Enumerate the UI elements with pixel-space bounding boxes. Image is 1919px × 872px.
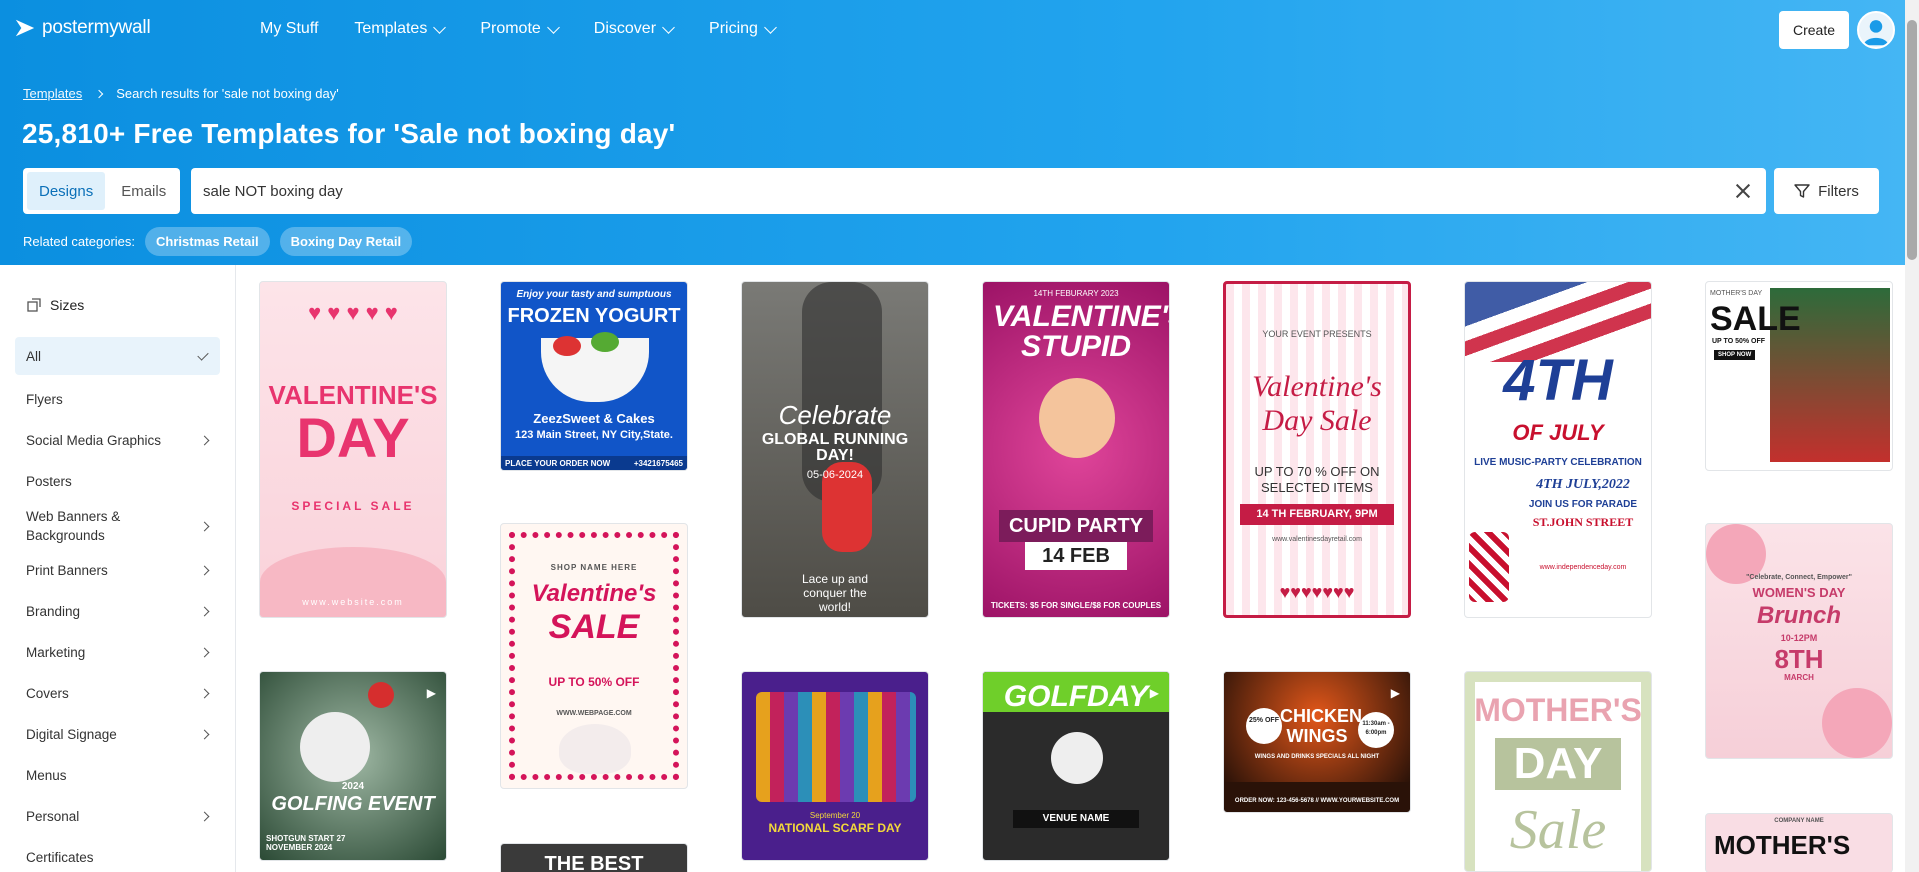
logo[interactable]: postermywall	[14, 17, 151, 39]
chevron-down-icon	[662, 20, 675, 34]
chevron-down-icon	[764, 20, 777, 34]
breadcrumb-templates-link[interactable]: Templates	[23, 86, 82, 101]
nav-discover[interactable]: Discover	[594, 20, 675, 38]
breadcrumb-current: Search results for 'sale not boxing day'	[116, 86, 339, 101]
template-card[interactable]: ▶ 2024 GOLFING EVENT SHOTGUN START 27 NO…	[259, 671, 447, 861]
template-card[interactable]: September 20 NATIONAL SCARF DAY	[741, 671, 929, 861]
sidebar-item-posters[interactable]: Posters	[15, 461, 220, 502]
chevron-right-icon	[95, 89, 104, 98]
nav-my-stuff[interactable]: My Stuff	[260, 20, 318, 38]
sidebar-item-menus[interactable]: Menus	[15, 755, 220, 796]
template-card[interactable]: YOUR EVENT PRESENTS Valentine's Day Sale…	[1223, 281, 1411, 618]
template-card[interactable]: Enjoy your tasty and sumptuous FROZEN YO…	[500, 281, 688, 471]
template-card[interactable]: COMPANY NAME MOTHER'S	[1705, 813, 1893, 872]
sizes-list: All Flyers Social Media Graphics Posters…	[15, 337, 220, 872]
filters-label: Filters	[1818, 182, 1859, 200]
heart-icon: ♥ ♥ ♥ ♥ ♥	[308, 300, 398, 325]
chevron-right-icon	[199, 435, 210, 446]
chevron-right-icon	[199, 688, 210, 699]
tab-emails[interactable]: Emails	[109, 172, 178, 210]
nav-templates[interactable]: Templates	[354, 20, 447, 38]
sidebar-item-certificates[interactable]: Certificates	[15, 837, 220, 872]
top-navigation: postermywall My Stuff Templates Promote …	[0, 0, 1919, 58]
template-card[interactable]: SHOP NAME HERE Valentine's SALE UP TO 50…	[500, 523, 688, 789]
scrollbar-thumb[interactable]	[1907, 20, 1917, 260]
sizes-sidebar: Sizes All Flyers Social Media Graphics P…	[0, 265, 236, 872]
tab-designs[interactable]: Designs	[27, 172, 106, 210]
template-card[interactable]: THE BEST	[500, 843, 688, 872]
sidebar-item-social-media-graphics[interactable]: Social Media Graphics	[15, 420, 220, 461]
template-card[interactable]: ▶ 25% OFF 11:30am - 6:00pm CHICKEN WINGS…	[1223, 671, 1411, 813]
sidebar-item-branding[interactable]: Branding	[15, 591, 220, 632]
user-icon	[1863, 20, 1889, 46]
template-card[interactable]: "Celebrate, Connect, Empower" WOMEN'S DA…	[1705, 523, 1893, 759]
create-button[interactable]: Create	[1779, 11, 1849, 49]
resize-icon	[27, 298, 41, 312]
sidebar-item-covers[interactable]: Covers	[15, 673, 220, 714]
hero-header: postermywall My Stuff Templates Promote …	[0, 0, 1919, 265]
logo-icon	[15, 19, 35, 37]
search-input[interactable]	[203, 182, 1732, 200]
template-grid: ♥ ♥ ♥ ♥ ♥ VALENTINE'S DAY SPECIAL SALE w…	[236, 265, 1901, 872]
sidebar-item-marketing[interactable]: Marketing	[15, 632, 220, 673]
chevron-right-icon	[199, 521, 210, 531]
nav-pricing[interactable]: Pricing	[709, 20, 777, 38]
heart-icon: ♥♥♥♥♥♥♥	[1279, 582, 1355, 602]
template-card[interactable]: 4TH OF JULY LIVE MUSIC-PARTY CELEBRATION…	[1464, 281, 1652, 618]
template-card[interactable]: MOTHER'S DAY Sale	[1464, 671, 1652, 872]
template-card[interactable]: MOTHER'S DAY SALE UP TO 50% OFF SHOP NOW	[1705, 281, 1893, 471]
sidebar-item-web-banners[interactable]: Web Banners & Backgrounds	[15, 502, 220, 550]
chevron-down-icon	[546, 20, 560, 34]
search-bar	[191, 168, 1766, 214]
breadcrumb: Templates Search results for 'sale not b…	[23, 86, 339, 101]
sizes-heading: Sizes	[26, 297, 84, 313]
filters-button[interactable]: Filters	[1774, 168, 1879, 214]
chevron-right-icon	[199, 811, 210, 822]
video-icon: ▶	[1390, 686, 1400, 700]
user-avatar[interactable]	[1857, 11, 1895, 49]
chip-christmas-retail[interactable]: Christmas Retail	[145, 227, 270, 256]
related-label: Related categories:	[23, 234, 136, 249]
sidebar-item-personal[interactable]: Personal	[15, 796, 220, 837]
page-title: 25,810+ Free Templates for 'Sale not box…	[22, 118, 676, 149]
close-icon[interactable]	[1732, 180, 1754, 202]
template-card[interactable]: ▶ GOLFDAY VENUE NAME	[982, 671, 1170, 861]
related-categories: Related categories: Christmas Retail Box…	[23, 227, 413, 256]
sidebar-item-digital-signage[interactable]: Digital Signage	[15, 714, 220, 755]
chevron-right-icon	[199, 565, 210, 576]
logo-text: postermywall	[42, 17, 151, 38]
filter-icon	[1794, 184, 1810, 198]
main-nav: My Stuff Templates Promote Discover Pric…	[260, 20, 811, 38]
chevron-right-icon	[199, 729, 210, 740]
chevron-down-icon	[433, 20, 447, 34]
check-icon	[197, 348, 209, 361]
sidebar-item-print-banners[interactable]: Print Banners	[15, 550, 220, 591]
video-icon: ▶	[426, 686, 436, 700]
nav-promote[interactable]: Promote	[480, 20, 560, 38]
template-card[interactable]: 14TH FEBURARY 2023 VALENTINE'S STUPID CU…	[982, 281, 1170, 618]
chevron-right-icon	[199, 647, 210, 658]
sidebar-item-flyers[interactable]: Flyers	[15, 379, 220, 420]
template-card[interactable]: ♥ ♥ ♥ ♥ ♥ VALENTINE'S DAY SPECIAL SALE w…	[259, 281, 447, 618]
template-card[interactable]: Celebrate GLOBAL RUNNING DAY! 05-06-2024…	[741, 281, 929, 618]
chevron-right-icon	[199, 606, 210, 617]
sidebar-item-all[interactable]: All	[15, 337, 220, 375]
type-toggle: Designs Emails	[23, 168, 180, 214]
chip-boxing-day-retail[interactable]: Boxing Day Retail	[279, 227, 413, 256]
